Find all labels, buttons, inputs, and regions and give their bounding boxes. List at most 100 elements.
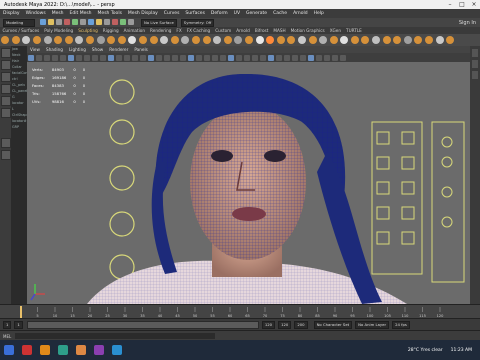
- sculpt-brush-icon[interactable]: [22, 36, 31, 44]
- sculpt-brush-icon[interactable]: [350, 36, 359, 44]
- sculpt-brush-icon[interactable]: [308, 36, 317, 44]
- panel-menu-lighting[interactable]: Lighting: [69, 47, 86, 52]
- sculpt-brush-icon[interactable]: [54, 36, 63, 44]
- start-button-icon[interactable]: [4, 345, 14, 355]
- panel-tool-icon[interactable]: [300, 54, 306, 61]
- panel-tool-icon[interactable]: [28, 54, 34, 61]
- panel-tool-icon[interactable]: [228, 54, 234, 61]
- shelf-tab-bifrost[interactable]: Bifrost: [255, 28, 269, 33]
- sculpt-brush-icon[interactable]: [96, 36, 105, 44]
- panel-tool-icon[interactable]: [276, 54, 282, 61]
- shelf-tab-arnold[interactable]: Arnold: [236, 28, 250, 33]
- mel-input[interactable]: [15, 333, 216, 339]
- sculpt-brush-icon[interactable]: [425, 36, 434, 44]
- panel-tool-icon[interactable]: [124, 54, 130, 61]
- sculpt-brush-icon[interactable]: [11, 36, 20, 44]
- status-tool-icon[interactable]: [40, 18, 46, 25]
- app-icon-3[interactable]: [58, 345, 68, 355]
- character-set-dropdown[interactable]: No Character Set: [313, 321, 353, 329]
- sculpt-brush-icon[interactable]: [435, 36, 444, 44]
- max-frame-field[interactable]: 200: [294, 321, 308, 329]
- menu-item-display[interactable]: Display: [3, 11, 20, 16]
- panel-menu-view[interactable]: View: [30, 47, 40, 52]
- menu-item-mesh-display[interactable]: Mesh Display: [128, 11, 158, 16]
- status-tool-icon[interactable]: [104, 18, 110, 25]
- status-tool-icon[interactable]: [72, 18, 78, 25]
- panel-tool-icon[interactable]: [116, 54, 122, 61]
- menu-item-surfaces[interactable]: Surfaces: [185, 11, 205, 16]
- app-icon-1[interactable]: [22, 345, 32, 355]
- shelf-tab-turtle[interactable]: TURTLE: [346, 28, 362, 33]
- move-tool-icon[interactable]: [0, 84, 11, 94]
- sculpt-brush-icon[interactable]: [372, 36, 381, 44]
- menu-item-cache[interactable]: Cache: [273, 11, 287, 16]
- sculpt-brush-icon[interactable]: [244, 36, 253, 44]
- panel-tool-icon[interactable]: [284, 54, 290, 61]
- status-tool-icon[interactable]: [88, 18, 94, 25]
- app-icon-2[interactable]: [40, 345, 50, 355]
- shelf-tab-motion-graphics[interactable]: Motion Graphics: [291, 28, 325, 33]
- panel-tool-icon[interactable]: [140, 54, 146, 61]
- panel-tool-icon[interactable]: [164, 54, 170, 61]
- sculpt-brush-icon[interactable]: [403, 36, 412, 44]
- sculpt-brush-icon[interactable]: [191, 36, 200, 44]
- panel-tool-icon[interactable]: [316, 54, 322, 61]
- maya-app-icon[interactable]: [112, 345, 122, 355]
- panel-tool-icon[interactable]: [92, 54, 98, 61]
- shelf-tab-fx-caching[interactable]: FX Caching: [187, 28, 211, 33]
- panel-tool-icon[interactable]: [84, 54, 90, 61]
- tool-settings-tab-icon[interactable]: [472, 71, 478, 79]
- sculpt-brush-icon[interactable]: [414, 36, 423, 44]
- select-tool-icon[interactable]: [0, 48, 11, 58]
- panel-tool-icon[interactable]: [148, 54, 154, 61]
- sculpt-brush-icon[interactable]: [33, 36, 42, 44]
- status-tool-icon[interactable]: [56, 18, 62, 25]
- sculpt-brush-icon[interactable]: [170, 36, 179, 44]
- panel-tool-icon[interactable]: [100, 54, 106, 61]
- panel-tool-icon[interactable]: [236, 54, 242, 61]
- panel-tool-icon[interactable]: [244, 54, 250, 61]
- sculpt-brush-icon[interactable]: [276, 36, 285, 44]
- panel-tool-icon[interactable]: [252, 54, 258, 61]
- menu-set-dropdown[interactable]: Modeling: [3, 18, 35, 27]
- shelf-tab-custom[interactable]: Custom: [215, 28, 231, 33]
- rotate-tool-icon[interactable]: [0, 96, 11, 106]
- panel-tool-icon[interactable]: [44, 54, 50, 61]
- panel-tool-icon[interactable]: [292, 54, 298, 61]
- panel-tool-icon[interactable]: [220, 54, 226, 61]
- sculpt-brush-icon[interactable]: [361, 36, 370, 44]
- sculpt-brush-icon[interactable]: [382, 36, 391, 44]
- sculpt-brush-icon[interactable]: [107, 36, 116, 44]
- sculpt-brush-icon[interactable]: [393, 36, 402, 44]
- menu-item-generate[interactable]: Generate: [246, 11, 267, 16]
- start-frame-field[interactable]: 1: [3, 321, 12, 329]
- menu-item-edit-mesh[interactable]: Edit Mesh: [70, 11, 92, 16]
- sculpt-brush-icon[interactable]: [446, 36, 455, 44]
- anim-layer-dropdown[interactable]: No Anim Layer: [355, 321, 390, 329]
- sculpt-brush-icon[interactable]: [213, 36, 222, 44]
- status-tool-icon[interactable]: [48, 18, 54, 25]
- menu-item-curves[interactable]: Curves: [164, 11, 180, 16]
- sculpt-brush-icon[interactable]: [319, 36, 328, 44]
- panel-tool-icon[interactable]: [52, 54, 58, 61]
- panel-tool-icon[interactable]: [260, 54, 266, 61]
- panel-tool-icon[interactable]: [324, 54, 330, 61]
- shelf-tab-sculpting[interactable]: Sculpting: [78, 28, 98, 33]
- layout-four-icon[interactable]: [0, 150, 11, 160]
- viewport-wireframe-render[interactable]: [27, 62, 470, 304]
- shelf-tab-rigging[interactable]: Rigging: [103, 28, 119, 33]
- symmetry-dropdown[interactable]: Symmetry: Off: [180, 18, 215, 27]
- panel-tool-icon[interactable]: [212, 54, 218, 61]
- shelf-tab-xgen[interactable]: XGen: [330, 28, 341, 33]
- shelf-tab-fx[interactable]: FX: [176, 28, 181, 33]
- sculpt-brush-icon[interactable]: [139, 36, 148, 44]
- sculpt-brush-icon[interactable]: [255, 36, 264, 44]
- menu-item-uv[interactable]: UV: [234, 11, 240, 16]
- close-icon[interactable]: ×: [468, 0, 480, 9]
- panel-tool-icon[interactable]: [76, 54, 82, 61]
- sculpt-brush-icon[interactable]: [266, 36, 275, 44]
- shelf-tab-rendering[interactable]: Rendering: [150, 28, 171, 33]
- attribute-editor-tab-icon[interactable]: [472, 60, 478, 68]
- panel-tool-icon[interactable]: [60, 54, 66, 61]
- menu-item-help[interactable]: Help: [314, 11, 324, 16]
